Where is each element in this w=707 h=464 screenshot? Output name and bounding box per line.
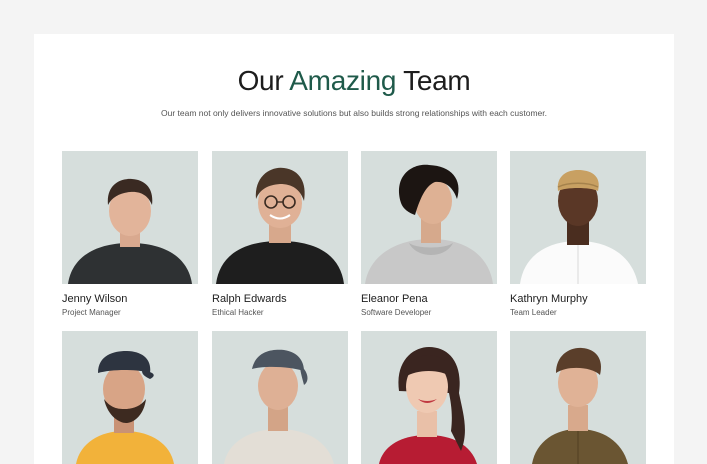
- member-role: Ethical Hacker: [212, 308, 264, 317]
- member-photo: [212, 331, 348, 464]
- team-member-card[interactable]: [510, 331, 646, 464]
- team-member-card[interactable]: Kathryn Murphy Team Leader: [510, 151, 646, 318]
- team-member-card[interactable]: [212, 331, 348, 464]
- member-photo: [361, 331, 497, 464]
- team-member-card[interactable]: Jenny Wilson Project Manager: [62, 151, 198, 318]
- section-title: Our Amazing Team: [34, 64, 674, 98]
- member-photo: [212, 151, 348, 284]
- member-role: Team Leader: [510, 308, 557, 317]
- team-member-card[interactable]: [361, 331, 497, 464]
- team-section: Our Amazing Team Our team not only deliv…: [34, 34, 674, 464]
- section-subtitle: Our team not only delivers innovative so…: [160, 108, 547, 118]
- team-member-card[interactable]: Eleanor Pena Software Developer: [361, 151, 497, 318]
- member-name: Eleanor Pena: [361, 293, 428, 305]
- team-member-card[interactable]: Ralph Edwards Ethical Hacker: [212, 151, 348, 318]
- member-role: Software Developer: [361, 308, 432, 317]
- member-photo: [361, 151, 497, 284]
- member-role: Project Manager: [62, 308, 121, 317]
- member-photo: [62, 331, 198, 464]
- member-photo: [510, 331, 646, 464]
- member-name: Ralph Edwards: [212, 293, 287, 305]
- member-name: Jenny Wilson: [62, 293, 128, 305]
- title-prefix: Our: [237, 65, 284, 96]
- member-photo: [62, 151, 198, 284]
- team-member-card[interactable]: [62, 331, 198, 464]
- member-name: Kathryn Murphy: [510, 293, 588, 305]
- title-suffix: Team: [403, 65, 471, 96]
- member-photo: [510, 151, 646, 284]
- title-accent: Amazing: [289, 65, 397, 96]
